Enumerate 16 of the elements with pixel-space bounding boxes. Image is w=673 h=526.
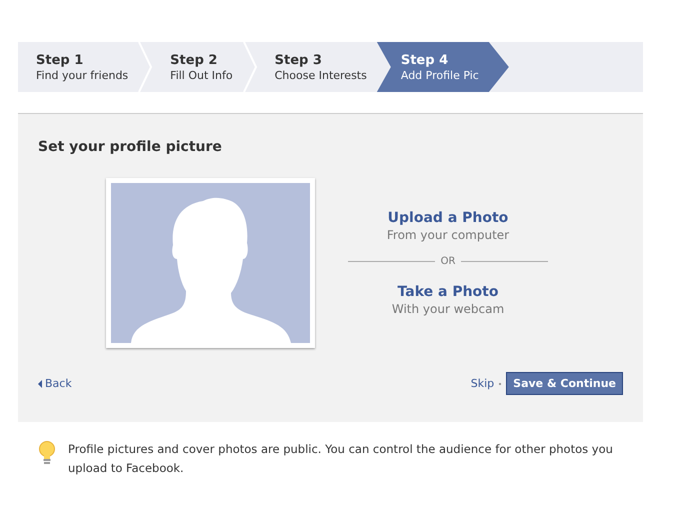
back-link[interactable]: Back	[45, 377, 72, 390]
save-continue-button[interactable]: Save & Continue	[506, 372, 623, 395]
panel-heading: Set your profile picture	[38, 139, 222, 155]
back-arrow-icon	[38, 380, 42, 388]
privacy-tip: Profile pictures and cover photos are public. You can control the audience for other photos you upload to Facebook.	[68, 441, 614, 477]
take-photo-link[interactable]: Take a Photo	[398, 284, 498, 300]
step-tab[interactable]: Step 2 Fill Out Info	[152, 42, 243, 92]
step-tab[interactable]: Step 4 Add Profile Pic	[376, 42, 509, 92]
lightbulb-icon	[38, 441, 56, 467]
option-caption: From your computer	[386, 228, 510, 242]
step-tab[interactable]: Step 3 Choose Interests	[256, 42, 377, 92]
upload-photo-link[interactable]: Upload a Photo	[388, 210, 508, 226]
step-tab[interactable]: Step 1 Find your friends	[18, 42, 138, 92]
or-separator: OR	[440, 256, 456, 267]
option-caption: With your webcam	[392, 302, 504, 316]
skip-link[interactable]: Skip	[470, 377, 494, 390]
